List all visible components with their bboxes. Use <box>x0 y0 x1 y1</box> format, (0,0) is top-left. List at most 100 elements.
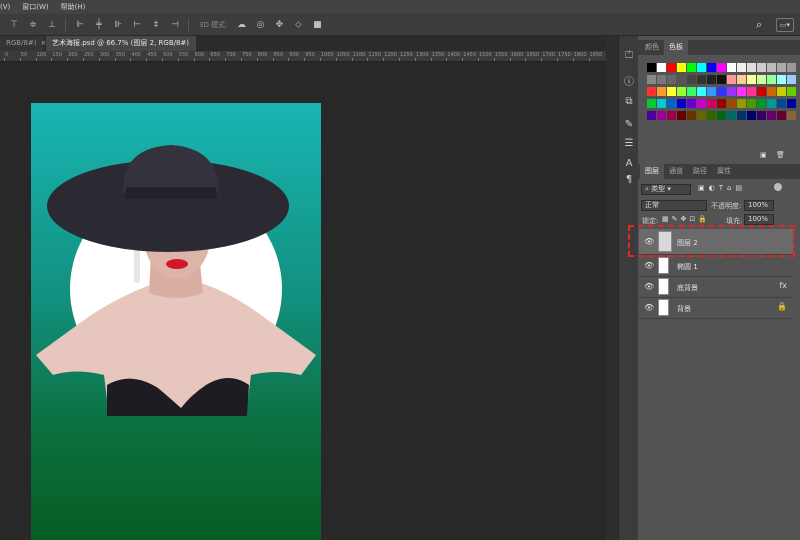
color-swatch[interactable] <box>747 63 756 72</box>
new-swatch-icon[interactable]: ▣ <box>760 151 767 159</box>
color-swatch[interactable] <box>667 99 676 108</box>
color-swatch[interactable] <box>707 111 716 120</box>
character-icon[interactable]: A <box>622 158 636 169</box>
horizontal-ruler[interactable]: 0 50 100 150 200 250 300 350 400 450 500 550 600 650 7… <box>0 51 606 62</box>
color-swatch[interactable] <box>777 111 786 120</box>
tab-document-1[interactable]: RGB/8#) × <box>0 36 46 51</box>
properties-icon[interactable]: ⧉ <box>622 96 636 107</box>
align-right-icon[interactable]: ⊣ <box>170 20 180 30</box>
color-swatch[interactable] <box>707 99 716 108</box>
color-swatch[interactable] <box>727 99 736 108</box>
color-swatch[interactable] <box>707 75 716 84</box>
color-swatch[interactable] <box>657 75 666 84</box>
color-swatch[interactable] <box>767 87 776 96</box>
color-swatch[interactable] <box>647 75 656 84</box>
brush-icon[interactable]: ✎ <box>622 119 636 130</box>
color-swatch[interactable] <box>777 99 786 108</box>
tab-color[interactable]: 颜色 <box>640 40 664 55</box>
align-top-icon[interactable]: ⊤ <box>9 20 19 30</box>
color-swatch[interactable] <box>757 111 766 120</box>
search-icon[interactable]: ⌕ <box>756 18 762 32</box>
color-swatch[interactable] <box>697 111 706 120</box>
layer-row[interactable]: 👁 背景 🔒 <box>639 297 793 319</box>
menu-item-window[interactable]: 窗口(W) <box>22 2 48 12</box>
color-swatch[interactable] <box>777 87 786 96</box>
color-swatch[interactable] <box>647 63 656 72</box>
slide-3d-icon[interactable]: ⬦ <box>293 20 303 30</box>
distribute-bottom-icon[interactable]: ⊪ <box>113 20 123 30</box>
lock-icons[interactable]: ▦✎✥⊡🔒 <box>662 215 710 223</box>
paragraph-icon[interactable]: ¶ <box>622 174 636 185</box>
color-swatch[interactable] <box>647 111 656 120</box>
color-swatch[interactable] <box>777 75 786 84</box>
color-swatch[interactable] <box>667 111 676 120</box>
tab-swatches[interactable]: 色板 <box>664 40 688 55</box>
tab-paths[interactable]: 路径 <box>688 164 712 179</box>
visibility-eye-icon[interactable]: 👁 <box>644 303 654 312</box>
align-hcenter-icon[interactable]: ‡ <box>151 20 161 30</box>
color-swatch[interactable] <box>687 111 696 120</box>
tab-channels[interactable]: 通道 <box>664 164 688 179</box>
color-swatch[interactable] <box>657 111 666 120</box>
color-swatch[interactable] <box>737 63 746 72</box>
color-swatch[interactable] <box>737 111 746 120</box>
history-icon[interactable]: ⏍ <box>622 50 636 61</box>
tab-layers[interactable]: 图层 <box>640 164 664 179</box>
layer-filter-icons[interactable]: ▣◐T⌂▤ <box>698 184 746 192</box>
info-icon[interactable]: ⓘ <box>622 73 636 88</box>
color-swatch[interactable] <box>727 75 736 84</box>
color-swatch[interactable] <box>757 87 766 96</box>
color-swatch[interactable] <box>747 87 756 96</box>
opacity-field[interactable]: 100% <box>744 200 774 211</box>
color-swatch[interactable] <box>677 63 686 72</box>
color-swatch[interactable] <box>727 111 736 120</box>
color-swatch[interactable] <box>657 63 666 72</box>
color-swatch[interactable] <box>747 75 756 84</box>
roll-3d-icon[interactable]: ◎ <box>255 20 265 30</box>
align-bottom-icon[interactable]: ⊥ <box>47 20 57 30</box>
color-swatch[interactable] <box>667 87 676 96</box>
layer-filter-select[interactable]: ⌕ 类型 ▾ <box>641 184 691 195</box>
menu-item-help[interactable]: 帮助(H) <box>61 2 86 12</box>
color-swatch[interactable] <box>687 99 696 108</box>
color-swatch[interactable] <box>767 75 776 84</box>
workspace-button[interactable]: ▭▾ <box>776 18 794 32</box>
color-swatch[interactable] <box>717 111 726 120</box>
tab-document-active[interactable]: 艺术海报.psd @ 66.7% (图层 2, RGB/8#) *× <box>46 36 196 62</box>
color-swatch[interactable] <box>697 87 706 96</box>
filter-toggle-icon[interactable] <box>774 183 782 191</box>
color-swatch[interactable] <box>687 87 696 96</box>
tab-properties[interactable]: 属性 <box>712 164 736 179</box>
layer-row[interactable]: 👁 底背景 fx <box>639 276 793 298</box>
blend-mode-select[interactable]: 正常 <box>641 200 707 211</box>
color-swatch[interactable] <box>647 99 656 108</box>
color-swatch[interactable] <box>677 87 686 96</box>
color-swatch[interactable] <box>767 99 776 108</box>
distribute-vcenter-icon[interactable]: ╪ <box>94 20 104 30</box>
color-swatch[interactable] <box>657 99 666 108</box>
color-swatch[interactable] <box>697 75 706 84</box>
trash-icon[interactable]: 🗑 <box>776 151 785 159</box>
color-swatch[interactable] <box>677 111 686 120</box>
color-swatch[interactable] <box>647 87 656 96</box>
adjustments-icon[interactable]: ☰ <box>622 138 636 149</box>
color-swatch[interactable] <box>717 87 726 96</box>
color-swatch[interactable] <box>747 111 756 120</box>
color-swatch[interactable] <box>787 75 796 84</box>
align-left-icon[interactable]: ⊢ <box>132 20 142 30</box>
color-swatch[interactable] <box>757 99 766 108</box>
color-swatch[interactable] <box>787 63 796 72</box>
color-swatch[interactable] <box>707 63 716 72</box>
visibility-eye-icon[interactable]: 👁 <box>644 282 654 291</box>
color-swatch[interactable] <box>697 63 706 72</box>
layer-name[interactable]: 背景 <box>677 304 691 314</box>
color-swatch[interactable] <box>717 75 726 84</box>
color-swatch[interactable] <box>737 75 746 84</box>
color-swatch[interactable] <box>667 63 676 72</box>
color-swatch[interactable] <box>767 111 776 120</box>
color-swatch[interactable] <box>787 99 796 108</box>
color-swatch[interactable] <box>677 99 686 108</box>
layer-row[interactable]: 👁 椭圆 1 <box>639 255 793 277</box>
orbit-3d-icon[interactable]: ☁ <box>236 20 246 30</box>
layer-name[interactable]: 底背景 <box>677 283 698 293</box>
